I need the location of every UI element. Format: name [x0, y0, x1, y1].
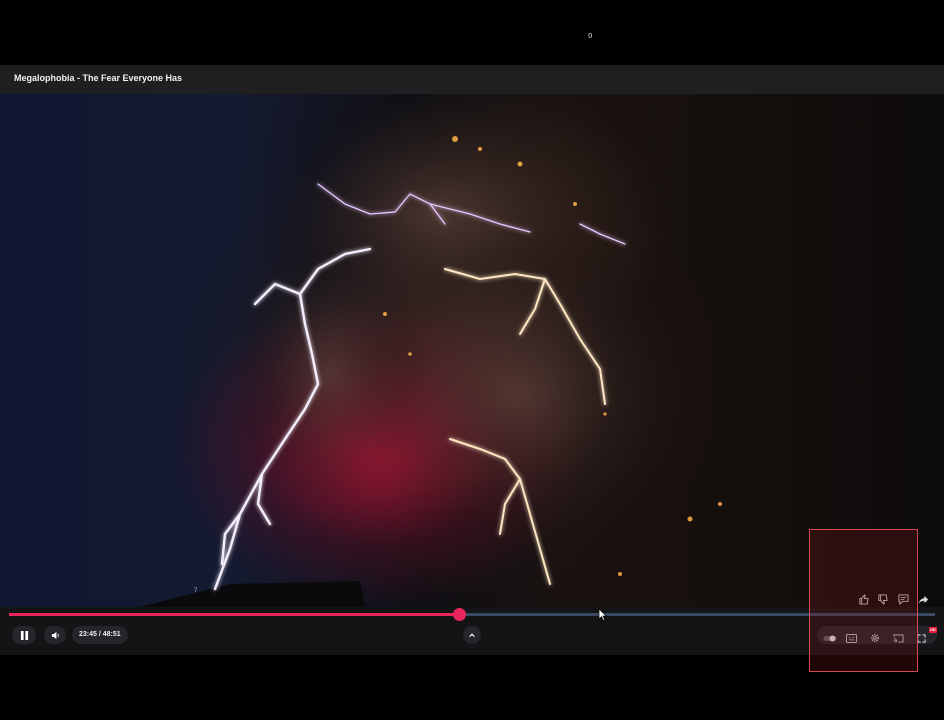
duration: 48:51: [102, 631, 121, 638]
chevron-up-icon: [469, 633, 475, 637]
fullscreen-icon: [917, 634, 926, 643]
expand-button[interactable]: [463, 626, 481, 644]
hd-badge: HD: [929, 627, 937, 633]
current-time: 23:45: [79, 631, 97, 638]
share-icon[interactable]: [918, 592, 929, 610]
time-display: 23:45 / 48:51: [72, 626, 128, 644]
highlight-overlay: [809, 529, 918, 672]
progress-scrubber[interactable]: [453, 608, 467, 621]
mouse-cursor: [598, 608, 608, 626]
frame-mark: 7: [194, 588, 198, 594]
progress-bar[interactable]: [9, 608, 935, 621]
title-bar: Megalophobia - The Fear Everyone Has: [0, 65, 944, 94]
lightning-scene: [140, 94, 722, 607]
pause-button[interactable]: [12, 626, 36, 644]
control-bar: 23:45 / 48:51 HD: [0, 607, 944, 655]
volume-icon: [51, 631, 59, 639]
volume-button[interactable]: [44, 626, 66, 644]
top-counter: 0: [588, 32, 593, 40]
video-frame[interactable]: 7: [0, 94, 944, 607]
fullscreen-button[interactable]: [917, 630, 926, 648]
video-player[interactable]: Megalophobia - The Fear Everyone Has 7 2…: [0, 65, 944, 655]
video-title: Megalophobia - The Fear Everyone Has: [14, 73, 183, 83]
progress-played: [9, 613, 460, 616]
pause-icon: [20, 630, 28, 640]
